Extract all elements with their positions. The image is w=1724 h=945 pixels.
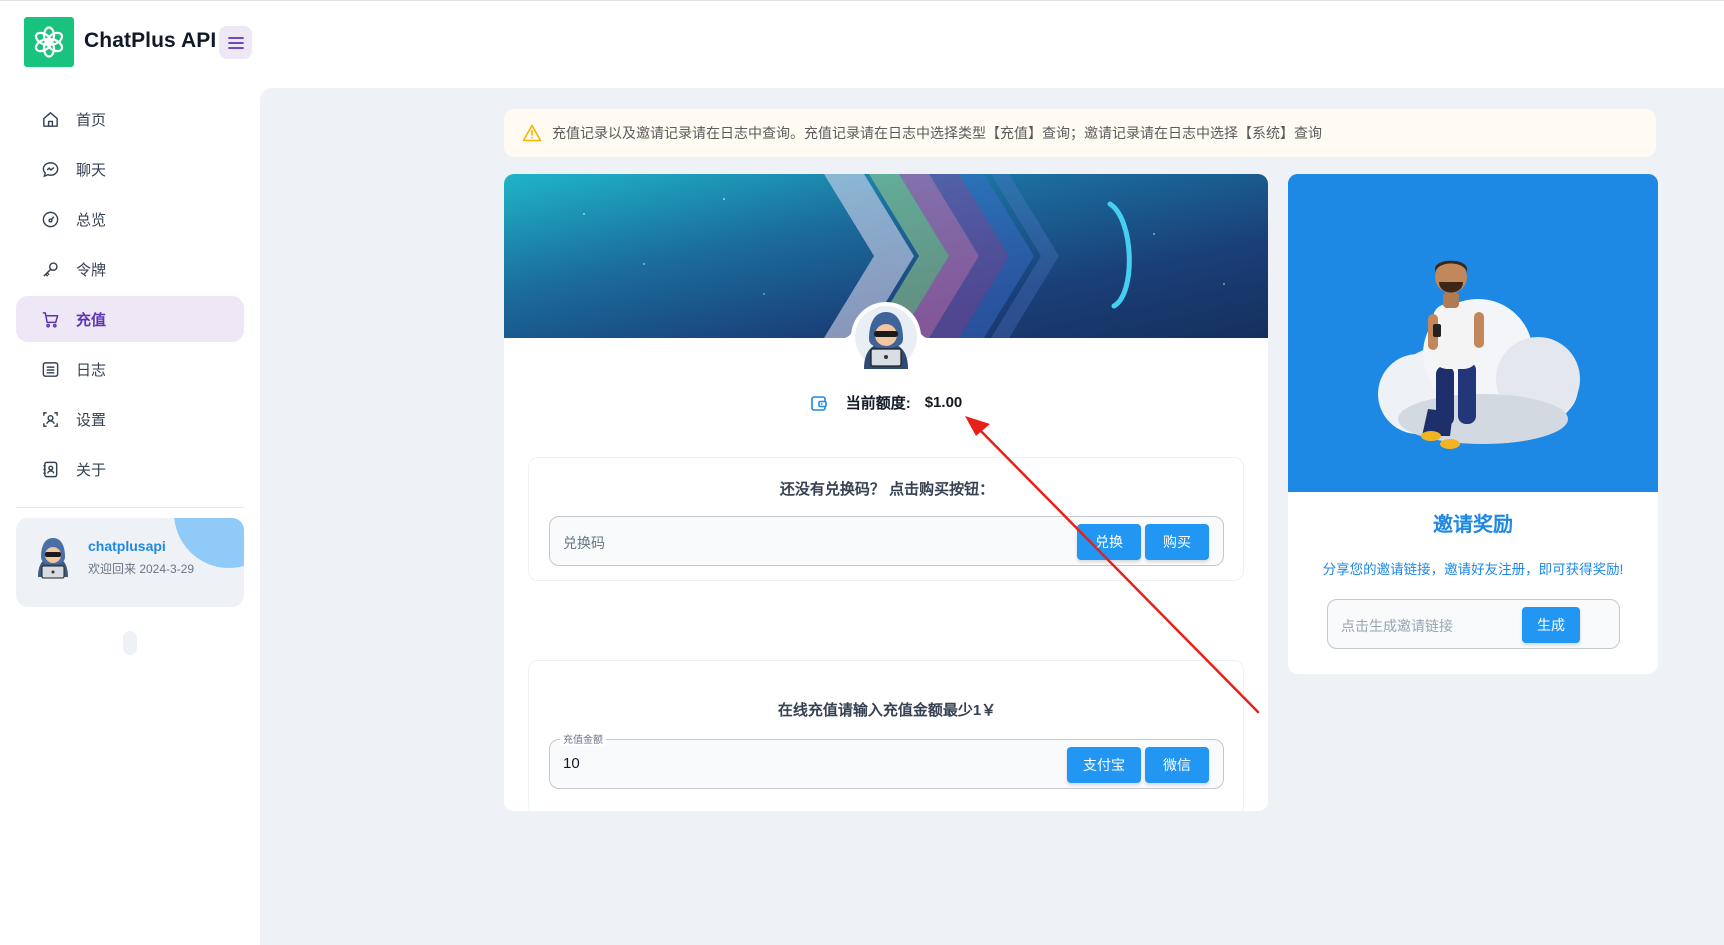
warning-icon [522, 124, 542, 142]
sidebar-item-label: 充值 [76, 311, 107, 329]
sidebar: 首页 聊天 总览 令牌 充值 日志 设置 关于 chatplusapi 欢迎回来… [0, 88, 260, 945]
user-name[interactable]: chatplusapi [88, 538, 166, 554]
sidebar-item-log[interactable]: 日志 [16, 346, 244, 392]
gauge-icon [40, 209, 60, 229]
sidebar-item-label: 设置 [76, 411, 107, 429]
sidebar-item-label: 令牌 [76, 261, 107, 279]
wallet-icon [810, 395, 827, 411]
info-alert: 充值记录以及邀请记录请在日志中查询。充值记录请在日志中选择类型【充值】查询；邀请… [504, 109, 1656, 157]
sidebar-item-chat[interactable]: 聊天 [16, 146, 244, 192]
openai-logo-icon[interactable] [24, 17, 74, 67]
cart-icon [40, 309, 60, 329]
main-content: 充值记录以及邀请记录请在日志中查询。充值记录请在日志中选择类型【充值】查询；邀请… [260, 88, 1724, 945]
balance-value: $1.00 [924, 394, 963, 411]
top-header: ChatPlus API [0, 0, 1724, 88]
sidebar-item-label: 总览 [76, 211, 107, 229]
sidebar-item-topup[interactable]: 充值 [16, 296, 244, 342]
sidebar-item-label: 首页 [76, 111, 107, 129]
buy-button[interactable]: 购买 [1145, 524, 1209, 560]
address-book-icon [40, 459, 60, 479]
online-topup-card: 在线充值请输入充值金额最少1￥ 充值金额 10 支付宝 微信 [528, 660, 1244, 811]
redeem-button[interactable]: 兑换 [1077, 524, 1141, 560]
scrollbar[interactable] [123, 631, 137, 655]
user-avatar-large [851, 302, 921, 372]
key-icon [40, 259, 60, 279]
invite-link-input[interactable]: 点击生成邀请链接 生成 [1327, 599, 1620, 649]
hamburger-icon [227, 36, 244, 49]
invite-card: 邀请奖励 分享您的邀请链接，邀请好友注册，即可获得奖励! 点击生成邀请链接 生成 [1288, 174, 1658, 674]
welcome-text: 欢迎回来 2024-3-29 [88, 562, 195, 576]
topup-amount-input[interactable]: 充值金额 10 支付宝 微信 [549, 731, 1224, 789]
chat-icon [40, 159, 60, 179]
amount-field-label: 充值金额 [560, 731, 606, 746]
sidebar-item-about[interactable]: 关于 [16, 446, 244, 492]
alipay-button[interactable]: 支付宝 [1067, 747, 1141, 783]
invite-title: 邀请奖励 [1433, 514, 1513, 536]
sidebar-item-home[interactable]: 首页 [16, 96, 244, 142]
sidebar-item-dashboard[interactable]: 总览 [16, 196, 244, 242]
sidebar-item-label: 关于 [76, 461, 107, 479]
topup-card: 当前额度: $1.00 还没有兑换码？ 点击购买按钮： 兑换码 兑换 购买 在线… [504, 174, 1268, 811]
wechat-pay-button[interactable]: 微信 [1145, 747, 1209, 783]
list-icon [40, 359, 60, 379]
settings-icon [40, 409, 60, 429]
sidebar-item-label: 日志 [76, 361, 107, 379]
redeem-code-input[interactable]: 兑换码 兑换 购买 [549, 516, 1224, 566]
avatar[interactable] [30, 533, 76, 579]
user-card: chatplusapi 欢迎回来 2024-3-29 [16, 518, 244, 607]
redeem-code-placeholder: 兑换码 [563, 535, 605, 551]
online-topup-title: 在线充值请输入充值金额最少1￥ [777, 702, 997, 719]
sidebar-item-label: 聊天 [76, 161, 107, 179]
app-title: ChatPlus API [84, 29, 217, 52]
menu-toggle-button[interactable] [219, 26, 252, 59]
redeem-title: 还没有兑换码？ 点击购买按钮： [779, 481, 995, 498]
sidebar-item-settings[interactable]: 设置 [16, 396, 244, 442]
alert-text: 充值记录以及邀请记录请在日志中查询。充值记录请在日志中选择类型【充值】查询；邀请… [552, 125, 1322, 141]
invite-illustration [1288, 174, 1658, 492]
home-icon [40, 109, 60, 129]
amount-value[interactable]: 10 [563, 755, 580, 772]
balance-label: 当前额度: [845, 395, 911, 412]
generate-link-button[interactable]: 生成 [1522, 607, 1580, 643]
redeem-card: 还没有兑换码？ 点击购买按钮： 兑换码 兑换 购买 [528, 457, 1244, 581]
sidebar-item-token[interactable]: 令牌 [16, 246, 244, 292]
invite-description: 分享您的邀请链接，邀请好友注册，即可获得奖励! [1322, 562, 1624, 577]
invite-link-placeholder: 点击生成邀请链接 [1341, 618, 1453, 634]
sidebar-divider [16, 507, 244, 508]
balance-row: 当前额度: $1.00 [504, 392, 1268, 413]
